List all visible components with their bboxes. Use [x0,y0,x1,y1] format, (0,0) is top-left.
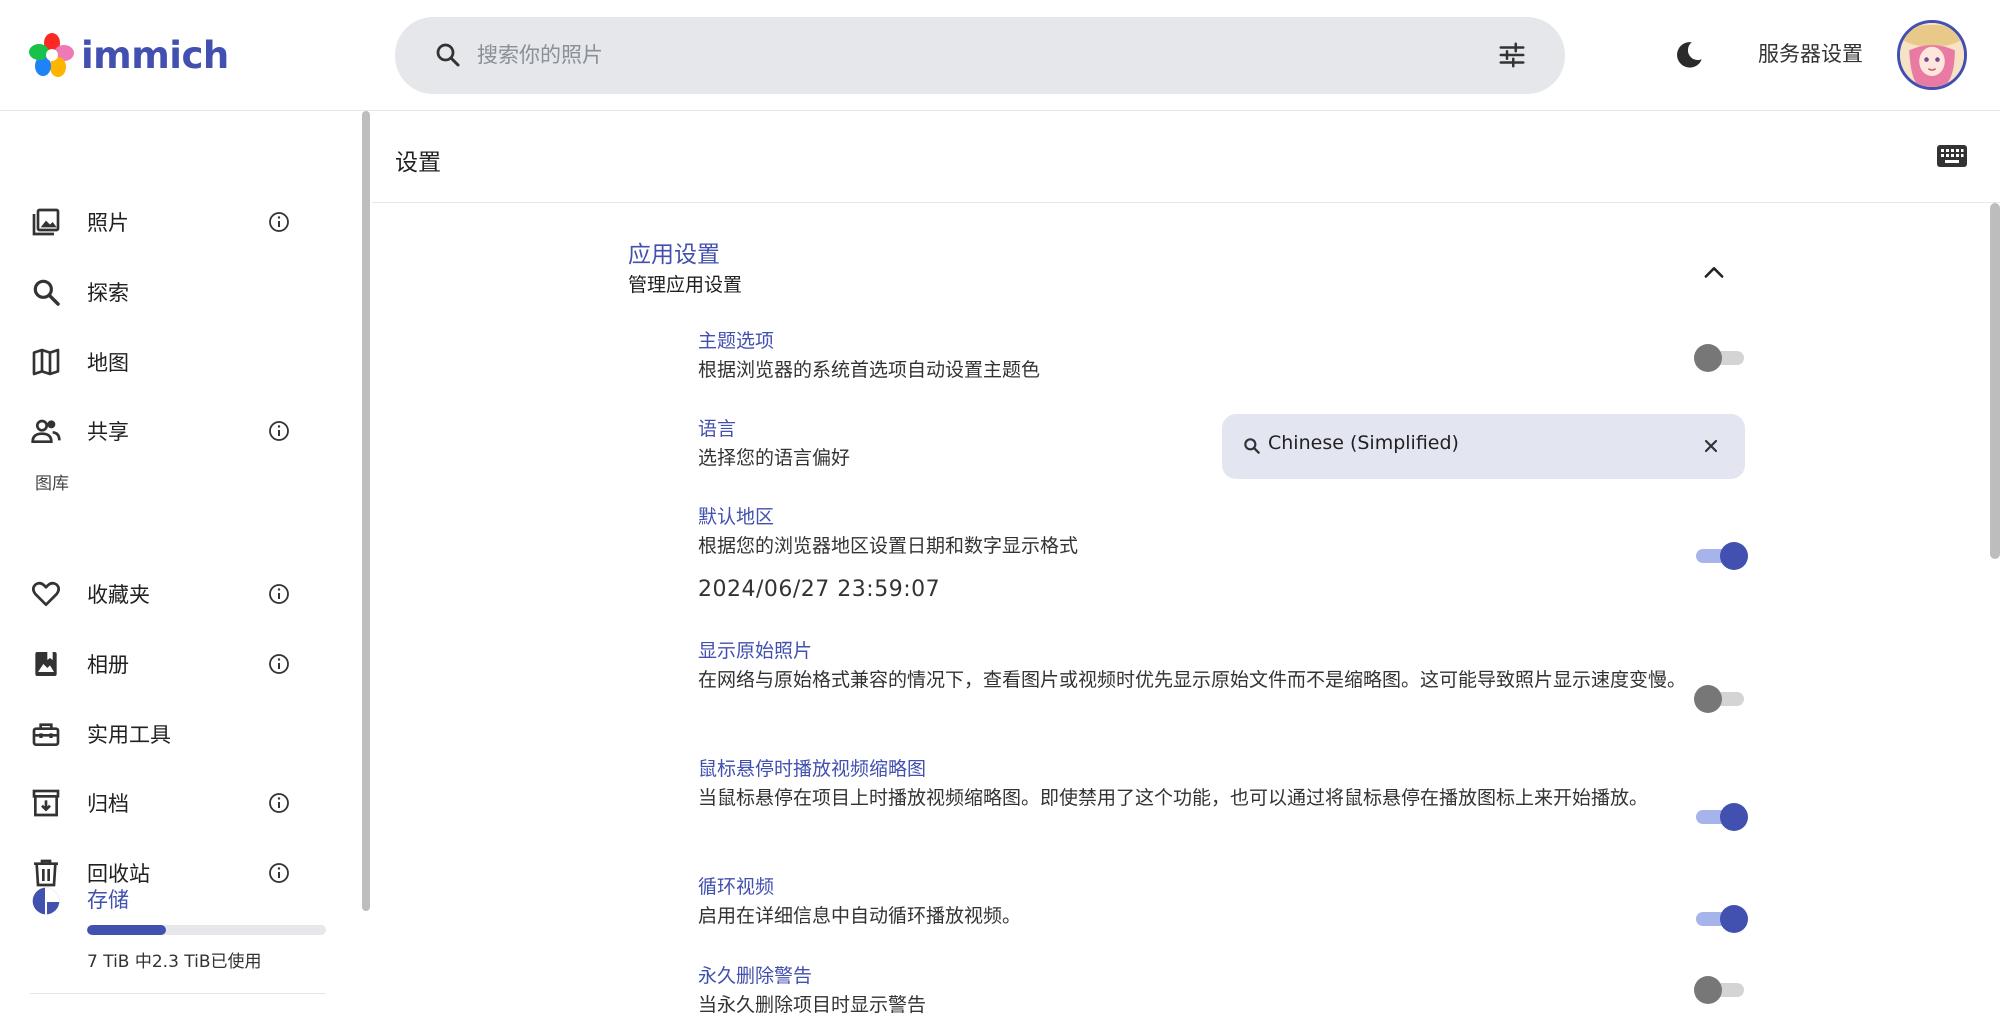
user-avatar[interactable] [1897,20,1967,90]
sidebar-item-albums[interactable]: 相册 [0,633,330,695]
close-icon[interactable] [1701,436,1721,456]
language-value: Chinese (Simplified) [1268,432,1459,454]
app-name: immich [81,33,229,77]
locale-date-preview: 2024/06/27 23:59:07 [698,577,941,602]
search-bar[interactable] [395,17,1565,94]
setting-title: 鼠标悬停时播放视频缩略图 [698,758,927,780]
toggle-knob [1720,803,1748,831]
info-icon[interactable] [267,210,291,234]
sidebar-item-archive[interactable]: 归档 [0,772,330,834]
hover-video-toggle[interactable] [1694,800,1748,834]
sidebar-item-label: 收藏夹 [87,583,150,607]
settings-topbar: 设置 [372,111,2000,203]
setting-title: 默认地区 [698,506,775,528]
sidebar-item-label: 地图 [87,351,129,375]
search-input[interactable] [477,33,1377,77]
info-icon[interactable] [267,652,291,676]
sidebar-item-label: 共享 [87,420,129,444]
display-original-toggle[interactable] [1694,682,1748,716]
loop-video-toggle[interactable] [1694,902,1748,936]
setting-description: 根据浏览器的系统首选项自动设置主题色 [698,359,1041,381]
setting-default-locale: 默认地区 根据您的浏览器地区设置日期和数字显示格式 2024/06/27 23:… [698,502,1698,606]
toggle-knob [1720,542,1748,570]
immich-logo[interactable]: immich [29,32,229,78]
sidebar-item-label: 相册 [87,653,129,677]
main-scrollbar[interactable] [1990,203,2000,559]
theme-toggle[interactable] [1694,341,1748,375]
page-title: 设置 [395,150,441,176]
app-settings-section-header[interactable]: 应用设置 管理应用设置 [628,240,742,300]
avatar-image [1900,23,1964,87]
sidebar: 照片 探索 地图 共享 图库 收藏夹 相册 实用工具 归档 回收站 存储 7 T… [0,111,370,1020]
map-icon [32,348,60,376]
sidebar-divider [30,993,326,994]
storage-usage-text: 7 TiB 中2.3 TiB已使用 [87,952,262,972]
library-section-label: 图库 [35,474,69,494]
settings-main: 设置 应用设置 管理应用设置 主题选项 根据浏览器的系统首选项自动设置主题色 语… [372,111,2000,1020]
sidebar-item-favorites[interactable]: 收藏夹 [0,563,330,625]
heart-icon [32,581,60,606]
storage-progress-fill [87,925,166,935]
people-icon [31,419,61,443]
sidebar-item-explore[interactable]: 探索 [0,261,330,323]
sidebar-item-label: 探索 [87,281,129,305]
setting-description: 当鼠标悬停在项目上时播放视频缩略图。即使禁用了这个功能，也可以通过将鼠标悬停在播… [698,787,1649,809]
archive-icon [32,789,60,817]
section-subtitle: 管理应用设置 [628,274,743,296]
photos-icon [32,208,60,236]
info-icon[interactable] [267,791,291,815]
section-title: 应用设置 [628,242,720,268]
setting-title: 永久删除警告 [698,965,813,987]
setting-title: 显示原始照片 [698,640,813,662]
sidebar-item-utilities[interactable]: 实用工具 [0,703,330,765]
sidebar-scrollbar[interactable] [362,111,370,911]
storage-label: 存储 [87,888,129,912]
toggle-knob [1720,905,1748,933]
toggle-knob [1694,976,1722,1004]
keyboard-shortcuts-icon[interactable] [1936,144,1968,170]
sidebar-item-label: 归档 [87,792,129,816]
toggle-knob [1694,344,1722,372]
sidebar-item-sharing[interactable]: 共享 [0,400,330,462]
setting-description: 当永久删除项目时显示警告 [698,994,927,1016]
setting-loop-video: 循环视频 启用在详细信息中自动循环播放视频。 [698,872,1698,931]
sidebar-item-label: 实用工具 [87,723,171,747]
sidebar-item-label: 照片 [87,211,129,235]
sidebar-item-map[interactable]: 地图 [0,331,330,393]
setting-description: 根据您的浏览器地区设置日期和数字显示格式 [698,535,1079,557]
search-icon [1244,438,1260,454]
immich-logo-icon [29,33,74,77]
sidebar-item-photos[interactable]: 照片 [0,191,330,253]
search-filter-icon[interactable] [1497,40,1527,70]
search-icon [33,279,60,306]
setting-description: 启用在详细信息中自动循环播放视频。 [698,905,1022,927]
album-icon [35,652,57,676]
storage-pie-icon [32,887,60,915]
setting-title: 循环视频 [698,876,775,898]
info-icon[interactable] [267,861,291,885]
dark-mode-icon[interactable] [1672,38,1706,72]
server-settings-link[interactable]: 服务器设置 [1758,38,1863,70]
delete-warning-toggle[interactable] [1694,973,1748,1007]
setting-hover-video: 鼠标悬停时播放视频缩略图 当鼠标悬停在项目上时播放视频缩略图。即使禁用了这个功能… [698,754,1698,813]
info-icon[interactable] [267,419,291,443]
setting-theme: 主题选项 根据浏览器的系统首选项自动设置主题色 [698,326,1698,385]
info-icon[interactable] [267,582,291,606]
setting-delete-warning: 永久删除警告 当永久删除项目时显示警告 [698,961,1698,1020]
search-icon[interactable] [433,40,463,70]
language-select[interactable]: Chinese (Simplified) [1222,414,1745,479]
setting-display-original: 显示原始照片 在网络与原始格式兼容的情况下，查看图片或视频时优先显示原始文件而不… [698,636,1698,695]
setting-description: 在网络与原始格式兼容的情况下，查看图片或视频时优先显示原始文件而不是缩略图。这可… [698,669,1687,691]
default-locale-toggle[interactable] [1694,539,1748,573]
toggle-knob [1694,685,1722,713]
chevron-up-icon[interactable] [1700,259,1728,287]
top-header: immich 服务器设置 [0,0,2000,111]
toolbox-icon [32,723,60,746]
storage-progress-bar [87,925,326,935]
setting-title: 主题选项 [698,330,775,352]
